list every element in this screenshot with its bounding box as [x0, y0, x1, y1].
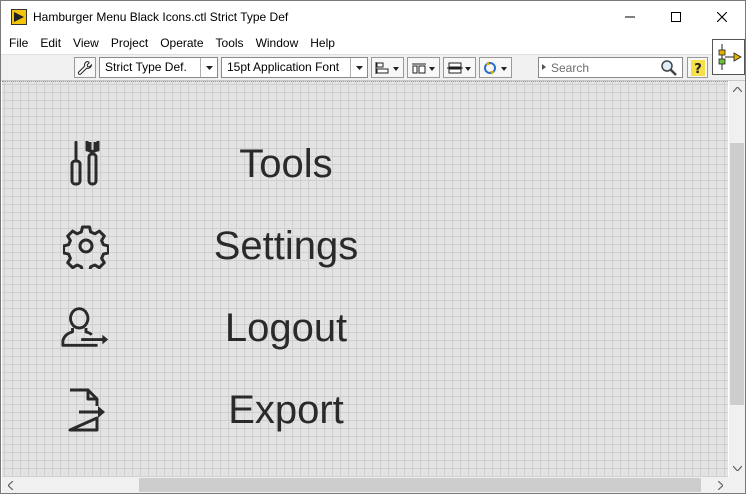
- minimize-icon: [625, 16, 635, 17]
- font-value: 15pt Application Font: [227, 60, 340, 74]
- menu-view[interactable]: View: [67, 32, 105, 54]
- menu-tools[interactable]: Tools: [210, 32, 250, 54]
- toolbar: Strict Type Def. 15pt Application Font S…: [1, 54, 745, 81]
- tools-icon: [60, 134, 112, 194]
- help-icon: ?: [690, 59, 705, 76]
- resize-objects-button[interactable]: [443, 57, 476, 78]
- wrench-icon: [77, 60, 92, 75]
- logout-label: Logout: [224, 306, 348, 350]
- search-icon[interactable]: [660, 59, 678, 80]
- align-objects-button[interactable]: [371, 57, 404, 78]
- close-icon: [717, 11, 727, 22]
- horizontal-scrollbar[interactable]: [2, 477, 729, 493]
- context-help-button[interactable]: ?: [687, 57, 708, 78]
- horizontal-scroll-thumb[interactable]: [139, 478, 701, 492]
- menu-bar: File Edit View Project Operate Tools Win…: [1, 32, 745, 54]
- labview-window: Hamburger Menu Black Icons.ctl Strict Ty…: [0, 0, 746, 494]
- settings-label: Settings: [213, 224, 359, 268]
- search-box[interactable]: [538, 57, 683, 78]
- scrollbar-corner: [729, 477, 745, 493]
- export-icon: [60, 380, 112, 440]
- scroll-right-button[interactable]: [712, 477, 729, 493]
- menu-project[interactable]: Project: [105, 32, 154, 54]
- type-def-value: Strict Type Def.: [105, 60, 187, 74]
- distribute-objects-button[interactable]: [407, 57, 440, 78]
- menu-help[interactable]: Help: [304, 32, 341, 54]
- menu-row-logout[interactable]: Logout: [2, 298, 522, 358]
- minimize-button[interactable]: [607, 1, 653, 32]
- export-label: Export: [228, 388, 344, 432]
- search-triangle-icon: [542, 64, 546, 70]
- font-select[interactable]: 15pt Application Font: [221, 57, 368, 78]
- menu-file[interactable]: File: [3, 32, 34, 54]
- menu-edit[interactable]: Edit: [34, 32, 67, 54]
- front-panel-canvas[interactable]: Tools Settings Logout Export: [2, 81, 728, 477]
- close-button[interactable]: [699, 1, 745, 32]
- chevron-down-icon: [350, 58, 367, 77]
- type-def-select[interactable]: Strict Type Def.: [99, 57, 218, 78]
- chevron-up-icon: [732, 87, 742, 92]
- connector-pane-icon[interactable]: [712, 39, 745, 75]
- scroll-left-button[interactable]: [2, 477, 19, 493]
- logout-icon: [60, 298, 112, 358]
- vertical-scroll-thumb[interactable]: [730, 143, 744, 405]
- gear-icon: [60, 216, 112, 276]
- distribute-objects-icon: [411, 63, 435, 73]
- menu-row-settings[interactable]: Settings: [2, 216, 522, 276]
- svg-text:?: ?: [694, 62, 702, 76]
- maximize-icon: [671, 11, 681, 22]
- chevron-down-icon: [200, 58, 217, 77]
- search-input[interactable]: [551, 59, 659, 76]
- menu-row-tools[interactable]: Tools: [2, 134, 522, 194]
- vertical-scrollbar[interactable]: [729, 81, 745, 477]
- scroll-up-button[interactable]: [729, 81, 745, 98]
- resize-objects-icon: [446, 62, 471, 73]
- chevron-left-icon: [8, 480, 13, 490]
- maximize-button[interactable]: [653, 1, 699, 32]
- menu-row-export[interactable]: Export: [2, 380, 522, 440]
- reorder-button[interactable]: [479, 57, 512, 78]
- labview-app-icon[interactable]: [11, 9, 27, 25]
- align-objects-icon: [375, 61, 399, 74]
- menu-operate[interactable]: Operate: [154, 32, 209, 54]
- tools-label: Tools: [239, 142, 333, 186]
- reorder-icon: [483, 60, 507, 75]
- chevron-down-icon: [732, 466, 742, 471]
- title-bar[interactable]: Hamburger Menu Black Icons.ctl Strict Ty…: [1, 1, 745, 32]
- chevron-right-icon: [718, 480, 723, 490]
- scroll-down-button[interactable]: [729, 460, 745, 477]
- canvas-edge-divider: [2, 81, 728, 85]
- menu-window[interactable]: Window: [250, 32, 305, 54]
- customize-control-button[interactable]: [74, 57, 96, 78]
- window-title: Hamburger Menu Black Icons.ctl Strict Ty…: [33, 10, 289, 24]
